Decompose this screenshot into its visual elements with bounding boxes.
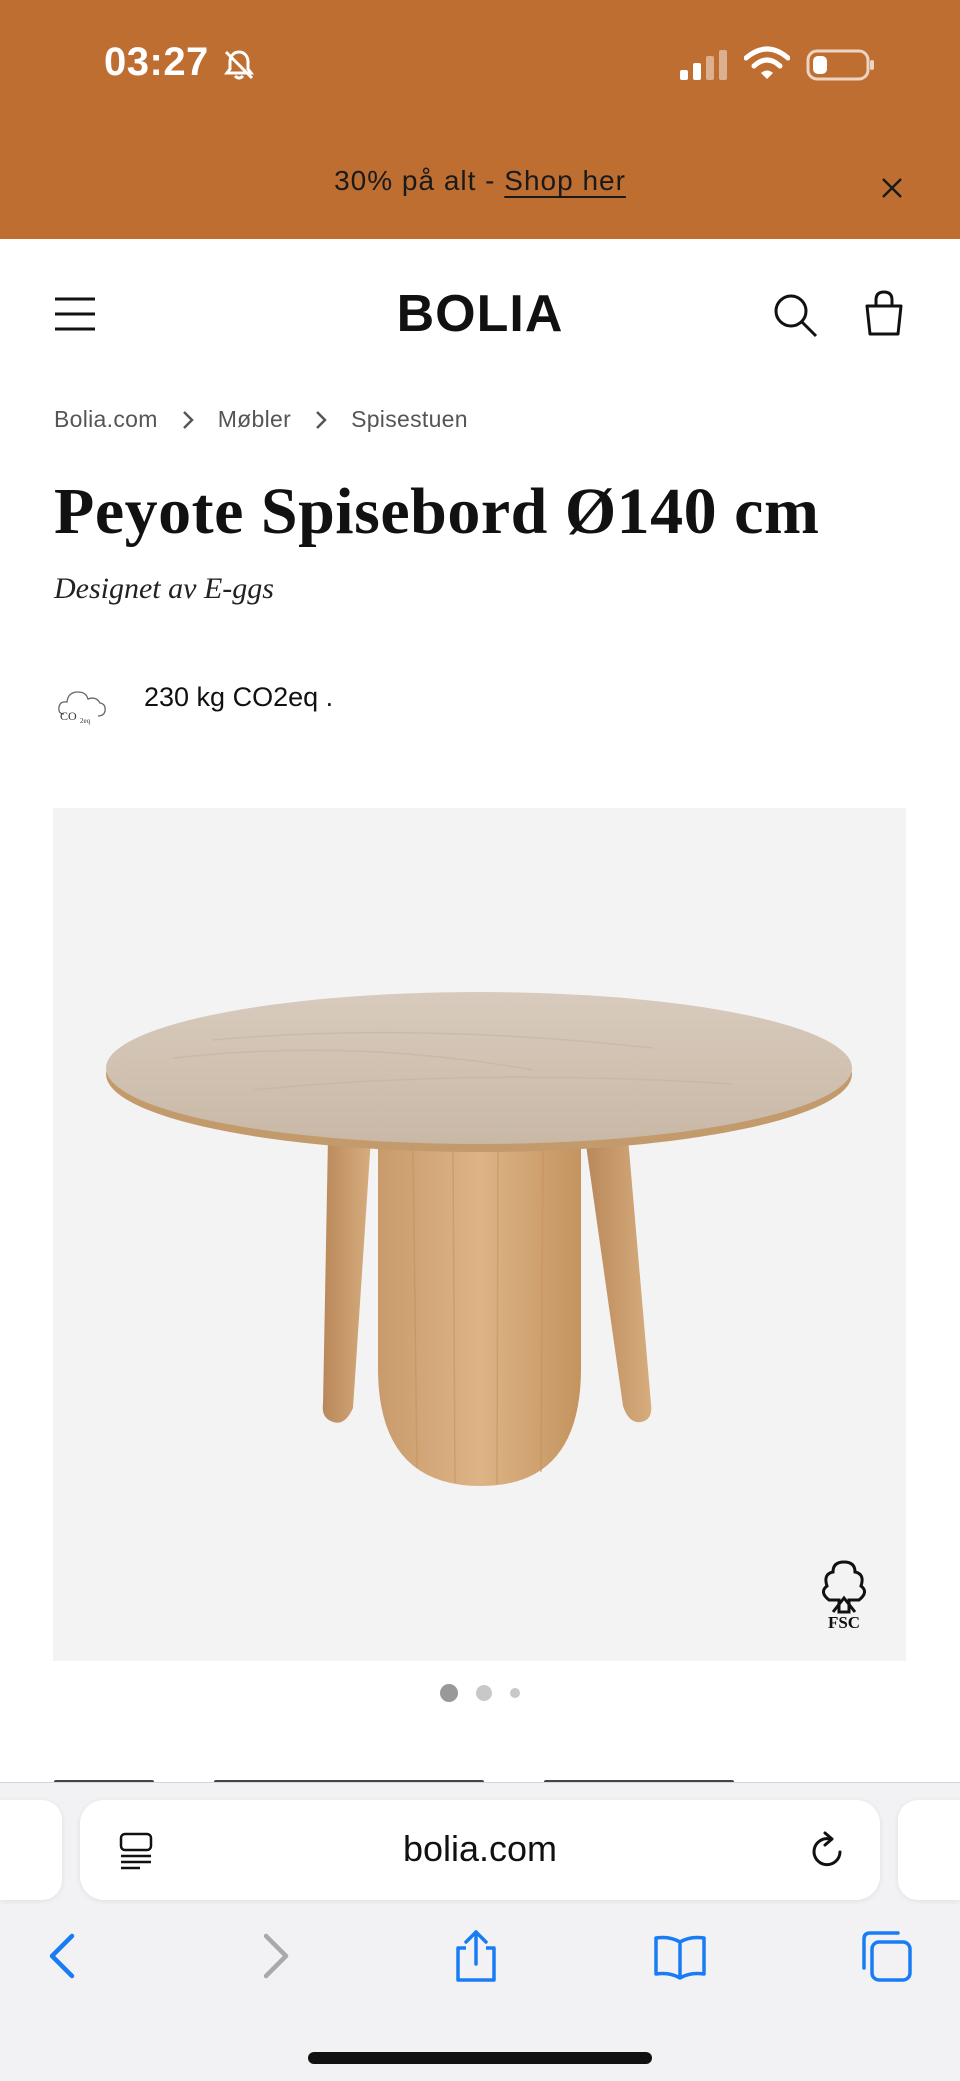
svg-text:CO: CO — [60, 709, 77, 723]
search-icon[interactable] — [772, 292, 818, 338]
carousel-dot[interactable] — [440, 1684, 458, 1702]
tabs-icon[interactable] — [858, 1928, 914, 1984]
svg-text:2eq: 2eq — [80, 717, 91, 725]
product-designer[interactable]: Designet av E-ggs — [54, 572, 274, 606]
back-icon[interactable] — [36, 1928, 92, 1984]
bell-muted-icon — [224, 50, 254, 80]
breadcrumb: Bolia.com Møbler Spisestuen — [54, 406, 468, 433]
chevron-right-icon — [182, 410, 194, 429]
close-icon[interactable] — [880, 176, 904, 200]
wifi-icon — [744, 46, 790, 79]
bookmarks-icon[interactable] — [652, 1928, 708, 1984]
reader-icon[interactable] — [118, 1832, 154, 1870]
address-bar[interactable]: bolia.com — [80, 1800, 880, 1900]
carousel-dot[interactable] — [510, 1688, 520, 1698]
fsc-logo: FSC — [822, 1560, 866, 1630]
promo-banner — [0, 0, 960, 239]
carousel-dot[interactable] — [476, 1685, 492, 1701]
svg-text:FSC: FSC — [828, 1613, 860, 1630]
product-title: Peyote Spisebord Ø140 cm — [54, 475, 820, 548]
shopping-bag-icon[interactable] — [864, 290, 904, 336]
reload-icon[interactable] — [808, 1828, 848, 1872]
next-tab-peek[interactable] — [898, 1800, 960, 1900]
breadcrumb-item-dining[interactable]: Spisestuen — [351, 406, 468, 433]
hamburger-icon[interactable] — [54, 296, 96, 332]
product-image[interactable]: FSC — [53, 808, 906, 1661]
promo-text: 30% på alt - Shop her — [0, 165, 960, 197]
chevron-right-icon — [316, 410, 327, 429]
previous-tab-peek[interactable] — [0, 1800, 62, 1900]
breadcrumb-item-home[interactable]: Bolia.com — [54, 406, 158, 433]
co2-cloud-icon: CO 2eq — [58, 691, 106, 725]
co2-footprint-text: 230 kg CO2eq . — [144, 682, 334, 712]
signal-icon — [680, 50, 727, 80]
battery-icon — [806, 49, 874, 81]
table-illustration — [106, 992, 852, 1486]
share-icon[interactable] — [448, 1928, 504, 1984]
status-time: 03:27 — [104, 40, 209, 84]
promo-shop-link[interactable]: Shop her — [504, 165, 626, 196]
url-text: bolia.com — [402, 1828, 558, 1869]
forward-icon[interactable] — [246, 1928, 302, 1984]
home-indicator — [308, 2052, 652, 2064]
breadcrumb-item-furniture[interactable]: Møbler — [218, 406, 291, 433]
promo-message: 30% på alt - — [334, 165, 505, 196]
carousel-dots — [0, 1684, 960, 1702]
